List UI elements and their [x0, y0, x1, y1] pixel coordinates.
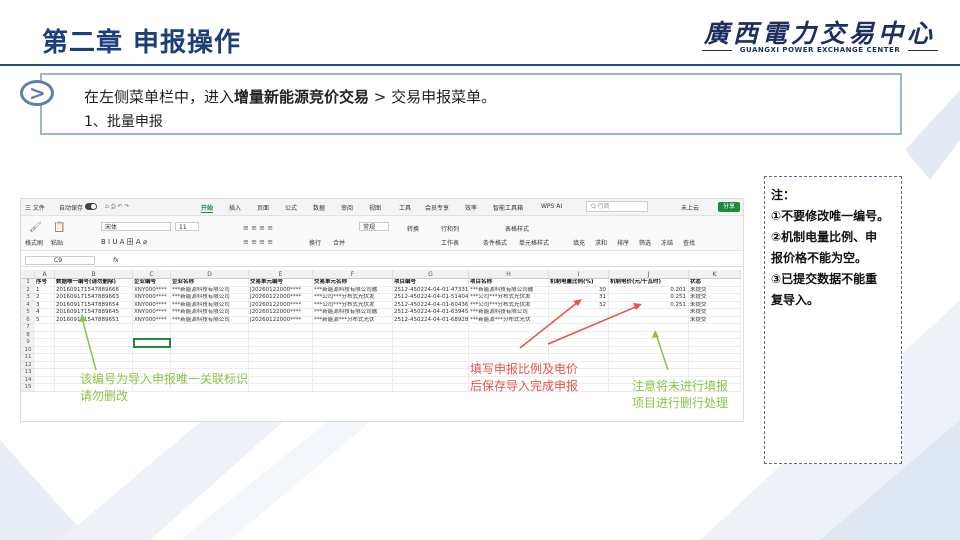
annotation-arrows [79, 299, 669, 371]
arrow-unique-id [81, 317, 97, 371]
arrow-status-head [652, 330, 659, 338]
fill-note: 填写申报比例及电价 后保存导入完成申报 [470, 361, 578, 395]
arrow-unique-id-head [79, 314, 86, 322]
unique-id-note-line2: 请勿删改 [80, 389, 129, 403]
skip-note-line2: 项目进行删行处理 [632, 396, 729, 410]
unique-id-note: 该编号为导入申报唯一关联标识 请勿删改 [80, 371, 248, 405]
fill-note-line2: 后保存导入完成申报 [470, 379, 579, 393]
unique-id-note-line1: 该编号为导入申报唯一关联标识 [80, 372, 249, 386]
arrow-price [547, 305, 639, 345]
arrow-ratio [519, 301, 579, 349]
skip-note-line1: 注意将未进行填报 [632, 379, 729, 393]
fill-note-line1: 填写申报比例及电价 [470, 362, 579, 376]
arrow-status [655, 333, 669, 371]
skip-note: 注意将未进行填报 项目进行删行处理 [632, 378, 728, 412]
arrow-price-head [633, 303, 642, 310]
